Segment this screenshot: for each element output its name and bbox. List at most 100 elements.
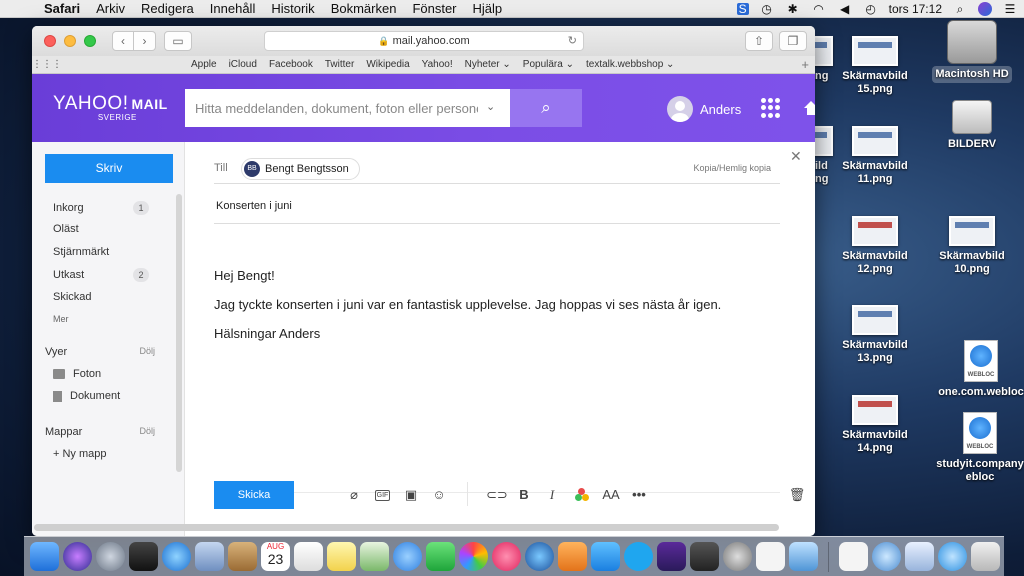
launchpad-icon[interactable]: [96, 542, 125, 571]
mission-control-icon[interactable]: [129, 542, 158, 571]
subject-field[interactable]: Konserten i juni: [216, 200, 292, 212]
favorite-nyheter[interactable]: Nyheter ⌄: [465, 59, 511, 70]
desktop-drive-bilderv[interactable]: BILDERV: [937, 100, 1007, 151]
menu-hjalp[interactable]: Hjälp: [465, 0, 511, 18]
search-button[interactable]: ⌕: [510, 89, 582, 127]
top-sites-grid-icon[interactable]: ⋮⋮⋮: [32, 59, 62, 70]
desktop-file-one-com-webloc[interactable]: WEBLOC one.com.webloc: [936, 340, 1024, 399]
compose-button[interactable]: Skriv: [45, 154, 173, 183]
spotlight-search-icon[interactable]: ⌕: [952, 2, 968, 16]
imovie-icon[interactable]: [657, 542, 686, 571]
app-store-icon[interactable]: [591, 542, 620, 571]
music-icon[interactable]: [492, 542, 521, 571]
sidebar-item-stjarnmarkt[interactable]: Stjärnmärkt: [53, 246, 149, 258]
desktop-file-skarmavbild-10[interactable]: Skärmavbild 10.png: [937, 216, 1007, 276]
document-dock-icon[interactable]: [756, 542, 785, 571]
minimize-window-button[interactable]: [64, 35, 76, 47]
fullscreen-window-button[interactable]: [84, 35, 96, 47]
facetime-icon[interactable]: [426, 542, 455, 571]
close-window-button[interactable]: [44, 35, 56, 47]
search-options-chevron-icon[interactable]: ⌄: [486, 100, 495, 113]
menubar-clock[interactable]: tors 17:12: [889, 2, 942, 16]
downloads-stack-icon[interactable]: [839, 542, 868, 571]
attachment-icon[interactable]: ⌀: [345, 487, 363, 503]
back-button[interactable]: ‹: [112, 31, 134, 51]
favorite-populara[interactable]: Populära ⌄: [523, 59, 574, 70]
sidebar-toggle-button[interactable]: ▭: [164, 31, 192, 51]
quicktime-icon[interactable]: [525, 542, 554, 571]
calendar-icon[interactable]: AUG 23: [261, 542, 290, 571]
favorite-twitter[interactable]: Twitter: [325, 59, 354, 70]
views-hide-toggle[interactable]: Dölj: [139, 346, 155, 358]
desktop-file-skarmavbild-15[interactable]: Skärmavbild 15.png: [840, 36, 910, 96]
books-icon[interactable]: [558, 542, 587, 571]
notes-icon[interactable]: [327, 542, 356, 571]
menu-historik[interactable]: Historik: [263, 0, 322, 18]
desktop-file-skarmavbild-14[interactable]: Skärmavbild 14.png: [840, 395, 910, 455]
desktop-file-studyit-webloc[interactable]: WEBLOC studyit.company ebloc: [936, 412, 1024, 484]
trash-dock-icon[interactable]: [971, 542, 1000, 571]
siri-icon[interactable]: [978, 1, 992, 16]
forward-button[interactable]: ›: [134, 31, 156, 51]
folders-hide-toggle[interactable]: Dölj: [139, 426, 155, 438]
tabs-overview-button[interactable]: ❐: [779, 31, 807, 51]
sidebar-item-foton[interactable]: Foton: [53, 368, 101, 380]
contacts-icon[interactable]: [228, 542, 257, 571]
share-button[interactable]: ⇧: [745, 31, 773, 51]
preview-icon[interactable]: [195, 542, 224, 571]
safari-icon[interactable]: [162, 542, 191, 571]
reload-icon[interactable]: ↻: [568, 32, 577, 50]
sticker-icon[interactable]: ▣: [402, 487, 420, 503]
network-folder-icon[interactable]: [872, 542, 901, 571]
finder-icon[interactable]: [30, 542, 59, 571]
final-cut-icon[interactable]: [690, 542, 719, 571]
message-body-line[interactable]: Hälsningar Anders: [214, 326, 320, 341]
bluetooth-icon[interactable]: ✱: [785, 2, 801, 16]
reminders-icon[interactable]: [294, 542, 323, 571]
send-button[interactable]: Skicka: [214, 481, 294, 509]
bold-icon[interactable]: B: [515, 487, 533, 503]
menu-arkiv[interactable]: Arkiv: [88, 0, 133, 18]
recipient-row[interactable]: Till BB Bengt Bengtsson Kopia/Hemlig kop…: [214, 158, 780, 184]
favorite-yahoo[interactable]: Yahoo!: [422, 59, 453, 70]
apps-grid-icon[interactable]: [761, 98, 781, 118]
sidebar-item-more[interactable]: Mer: [53, 314, 149, 324]
favorite-textalk[interactable]: textalk.webbshop ⌄: [586, 59, 674, 70]
menu-fonster[interactable]: Fönster: [404, 0, 464, 18]
sidebar-item-inkorg[interactable]: Inkorg 1: [53, 201, 149, 215]
menu-bokmarken[interactable]: Bokmärken: [323, 0, 405, 18]
desktop-drive-macintosh-hd[interactable]: Macintosh HD: [932, 20, 1012, 83]
emoji-icon[interactable]: ☺: [430, 487, 448, 503]
sidebar-item-olast[interactable]: Oläst: [53, 223, 149, 235]
menu-innehall[interactable]: Innehåll: [202, 0, 264, 18]
sidebar-item-dokument[interactable]: Dokument: [53, 390, 120, 402]
desktop-file-partial-1[interactable]: ng: [815, 36, 835, 83]
text-edit-icon[interactable]: [789, 542, 818, 571]
yahoo-mail-logo[interactable]: YAHOO! MAIL SVERIGE: [53, 93, 168, 122]
recipient-chip[interactable]: BB Bengt Bengtsson: [241, 158, 360, 180]
sidebar-item-utkast[interactable]: Utkast 2: [53, 268, 149, 282]
skype-status-icon[interactable]: S: [736, 2, 749, 15]
message-body-line[interactable]: Hej Bengt!: [214, 268, 275, 283]
font-size-icon[interactable]: AA: [600, 487, 622, 503]
photos-icon[interactable]: [459, 542, 488, 571]
favorite-wikipedia[interactable]: Wikipedia: [366, 59, 409, 70]
more-options-icon[interactable]: •••: [630, 487, 648, 503]
text-color-icon[interactable]: [575, 488, 589, 502]
menu-redigera[interactable]: Redigera: [133, 0, 202, 18]
new-folder-link[interactable]: + Ny mapp: [53, 448, 173, 460]
wifi-icon[interactable]: ◠: [811, 2, 827, 16]
desktop-file-skarmavbild-11[interactable]: Skärmavbild 11.png: [840, 126, 910, 186]
user-menu[interactable]: Anders: [667, 96, 741, 122]
address-bar[interactable]: 🔒 mail.yahoo.com ↻: [264, 31, 584, 51]
sidebar-item-skickad[interactable]: Skickad: [53, 291, 149, 303]
desktop-file-skarmavbild-12[interactable]: Skärmavbild 12.png: [840, 216, 910, 276]
menu-app-safari[interactable]: Safari: [36, 0, 88, 18]
favorite-facebook[interactable]: Facebook: [269, 59, 313, 70]
home-icon[interactable]: [804, 101, 815, 115]
close-compose-icon[interactable]: ✕: [790, 148, 802, 165]
favorite-apple[interactable]: Apple: [191, 59, 217, 70]
documents-stack-icon[interactable]: [905, 542, 934, 571]
favorite-icloud[interactable]: iCloud: [229, 59, 257, 70]
system-preferences-icon[interactable]: [723, 542, 752, 571]
